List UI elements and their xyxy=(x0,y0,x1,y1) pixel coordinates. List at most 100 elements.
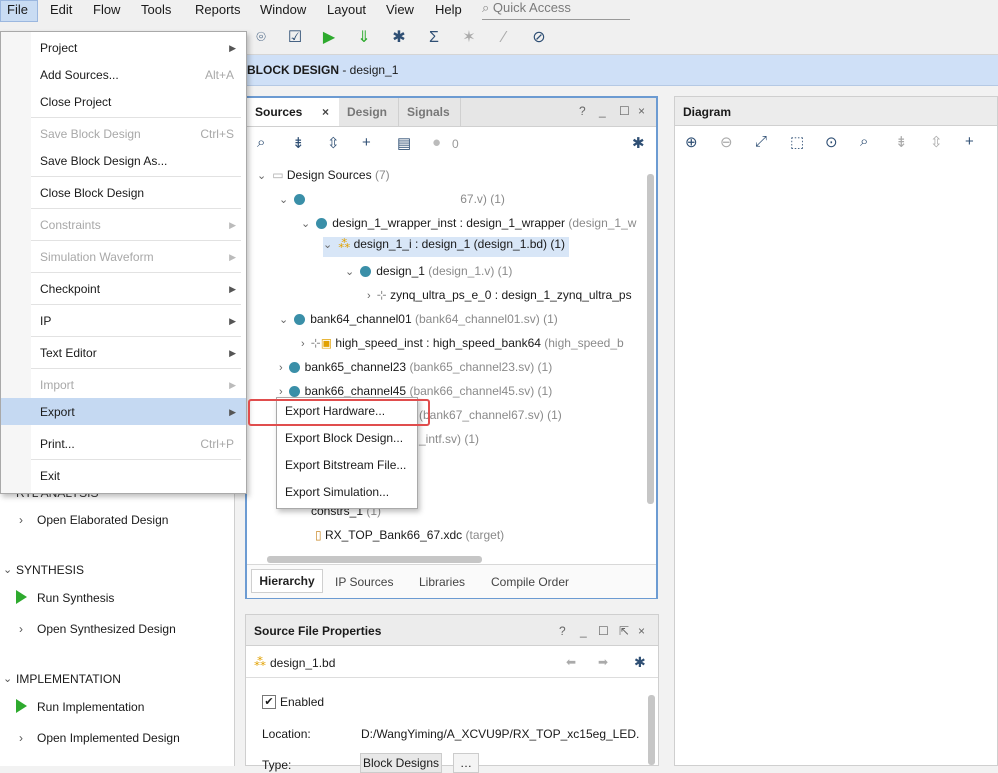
float-icon[interactable]: ⇱ xyxy=(619,624,629,638)
menu-reports[interactable]: Reports xyxy=(195,2,241,17)
tab-compile-order[interactable]: Compile Order xyxy=(491,575,569,589)
document-icon[interactable]: ▤ xyxy=(397,134,411,152)
menu-layout[interactable]: Layout xyxy=(327,2,366,17)
maximize-icon[interactable]: ☐ xyxy=(619,104,630,118)
more-icon[interactable]: … xyxy=(453,753,479,773)
props-title: Source File Properties xyxy=(254,624,382,638)
collapse-icon: ⇟ xyxy=(895,134,908,151)
quick-access-input[interactable]: ⌕ Quick Access xyxy=(482,0,630,20)
quick-access-placeholder: Quick Access xyxy=(492,0,571,15)
run-icon[interactable]: ▶ xyxy=(318,27,340,49)
menu-item-print[interactable]: Print... xyxy=(40,437,75,451)
open-implemented-design[interactable]: Open Implemented Design xyxy=(37,731,180,745)
tab-ip-sources[interactable]: IP Sources xyxy=(335,575,393,589)
menu-item-export-block-design[interactable]: Export Block Design... xyxy=(285,431,403,445)
tab-design[interactable]: Design xyxy=(339,98,399,126)
menu-item-close-block-design[interactable]: Close Block Design xyxy=(40,186,144,200)
tab-signals[interactable]: Signals xyxy=(399,98,461,126)
help-icon[interactable]: ? xyxy=(559,624,566,638)
menu-item-text-editor[interactable]: Text Editor xyxy=(40,346,97,360)
menu-item-export-simulation[interactable]: Export Simulation... xyxy=(285,485,389,499)
search-icon[interactable]: ⌕ xyxy=(257,134,265,151)
run-synthesis[interactable]: Run Synthesis xyxy=(37,591,114,605)
close-icon[interactable]: × xyxy=(638,624,645,638)
vertical-scrollbar[interactable] xyxy=(648,695,655,765)
menu-file-label[interactable]: File xyxy=(7,2,28,17)
tree-design-sources[interactable]: ⌄ ▭ Design Sources (7) xyxy=(257,168,390,182)
gear-icon[interactable]: ✱ xyxy=(632,134,645,152)
tree-xdc[interactable]: ▯ RX_TOP_Bank66_67.xdc (target) xyxy=(315,528,504,542)
chevron-down-icon[interactable]: ⌄ xyxy=(3,672,12,685)
menu-item-ip[interactable]: IP xyxy=(40,314,51,328)
menu-item-export[interactable]: Export xyxy=(40,405,75,419)
enabled-checkbox[interactable]: ✔ xyxy=(262,695,276,709)
minimize-icon[interactable]: _ xyxy=(599,104,606,118)
submenu-arrow-icon: ▶ xyxy=(229,316,236,326)
banner-title: BLOCK DESIGN - design_1 xyxy=(247,63,399,77)
search-icon[interactable]: ⌕ xyxy=(860,133,868,150)
tree-bank66[interactable]: › bank66_channel45 (bank66_channel45.sv) … xyxy=(279,384,552,398)
menu-item-close-project[interactable]: Close Project xyxy=(40,95,111,109)
tab-sources[interactable]: Sources × xyxy=(247,98,339,126)
menu-item-save-block-design-as[interactable]: Save Block Design As... xyxy=(40,154,167,168)
shortcut-add-sources: Alt+A xyxy=(204,68,234,82)
binoculars-icon[interactable]: ⌾ xyxy=(250,27,272,49)
menu-item-export-bitstream[interactable]: Export Bitstream File... xyxy=(285,458,406,472)
minimize-icon[interactable]: _ xyxy=(580,624,587,638)
tree-wrapper[interactable]: ⌄ design_1_wrapper_inst : design_1_wrappe… xyxy=(301,216,636,230)
checkbox-icon[interactable]: ☑ xyxy=(284,27,306,49)
target-icon[interactable]: ⊙ xyxy=(825,133,838,151)
run-implementation[interactable]: Run Implementation xyxy=(37,700,144,714)
type-value[interactable]: Block Designs xyxy=(360,753,443,773)
close-icon[interactable]: × xyxy=(638,104,645,118)
chevron-right-icon: › xyxy=(19,622,23,636)
location-label: Location: xyxy=(262,727,311,741)
menu-edit[interactable]: Edit xyxy=(50,2,72,17)
add-icon[interactable]: + xyxy=(965,133,974,150)
horizontal-scrollbar[interactable] xyxy=(267,556,482,563)
tab-libraries[interactable]: Libraries xyxy=(419,575,465,589)
menu-view[interactable]: View xyxy=(386,2,414,17)
menu-flow[interactable]: Flow xyxy=(93,2,120,17)
menu-window[interactable]: Window xyxy=(260,2,306,17)
tree-top-module[interactable]: ⌄ 67.v) (1) xyxy=(279,192,505,206)
block-design-icon: ⁂ xyxy=(254,655,266,669)
add-icon[interactable]: + xyxy=(362,134,371,151)
fit-icon[interactable]: ⤢ xyxy=(755,133,767,150)
tree-bank64[interactable]: ⌄ bank64_channel01 (bank64_channel01.sv) … xyxy=(279,312,558,326)
tab-hierarchy[interactable]: Hierarchy xyxy=(251,569,323,593)
menu-item-project[interactable]: Project xyxy=(40,41,77,55)
tree-zynq[interactable]: › ⊹ zynq_ultra_ps_e_0 : design_1_zynq_ult… xyxy=(367,288,632,302)
maximize-icon[interactable]: ☐ xyxy=(598,624,609,638)
download-icon[interactable]: ⇓ xyxy=(353,27,375,49)
tree-high-speed[interactable]: › ⊹▣ high_speed_inst : high_speed_bank64 … xyxy=(301,336,624,350)
chevron-right-icon: › xyxy=(19,731,23,745)
vertical-scrollbar[interactable] xyxy=(647,174,654,504)
submenu-arrow-icon: ▶ xyxy=(229,284,236,294)
menu-item-exit[interactable]: Exit xyxy=(40,469,60,483)
probe-icon: ⁄ xyxy=(502,29,506,46)
open-elaborated-design[interactable]: Open Elaborated Design xyxy=(37,513,168,527)
help-icon[interactable]: ? xyxy=(579,104,586,118)
menu-tools[interactable]: Tools xyxy=(141,2,171,17)
tree-intf[interactable]: _intf.sv) (1) xyxy=(419,432,479,446)
zoom-area-icon[interactable]: ⬚ xyxy=(790,133,804,151)
sigma-icon[interactable]: Σ xyxy=(423,27,445,49)
menu-item-simulation-waveform: Simulation Waveform xyxy=(40,250,154,264)
tree-design-i-selected[interactable]: ⌄ ⁂ design_1_i : design_1 (design_1.bd) (… xyxy=(323,237,570,257)
menu-item-add-sources[interactable]: Add Sources... xyxy=(40,68,119,82)
menu-help[interactable]: Help xyxy=(435,2,462,17)
disabled-icon[interactable]: ⊘ xyxy=(528,27,550,49)
gear-icon[interactable]: ✱ xyxy=(634,654,646,671)
gear-icon[interactable]: ✱ xyxy=(388,27,410,49)
tree-bank65[interactable]: › bank65_channel23 (bank65_channel23.sv) … xyxy=(279,360,552,374)
chevron-down-icon[interactable]: ⌄ xyxy=(3,563,12,576)
collapse-all-icon[interactable]: ⇟ xyxy=(292,134,305,152)
open-synthesized-design[interactable]: Open Synthesized Design xyxy=(37,622,176,636)
tree-design-1[interactable]: ⌄ design_1 (design_1.v) (1) xyxy=(345,264,512,278)
menu-item-checkpoint[interactable]: Checkpoint xyxy=(40,282,100,296)
tree-bank67[interactable]: (bank67_channel67.sv) (1) xyxy=(419,408,562,422)
menu-item-save-block-design: Save Block Design xyxy=(40,127,141,141)
expand-all-icon[interactable]: ⇳ xyxy=(327,134,340,152)
zoom-in-icon[interactable]: ⊕ xyxy=(685,133,698,151)
